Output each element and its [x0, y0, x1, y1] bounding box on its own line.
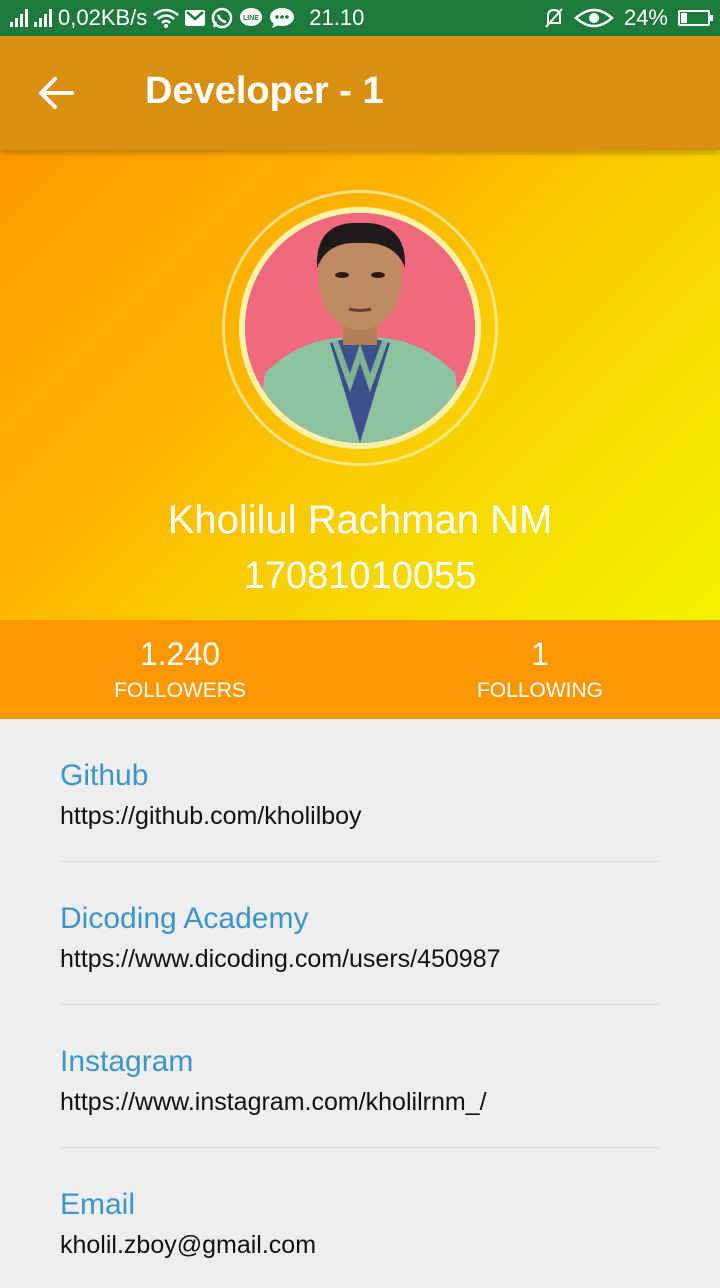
signal-icon: [10, 9, 28, 27]
list-item-dicoding[interactable]: Dicoding Academy https://www.dicoding.co…: [60, 862, 660, 1005]
profile-nim: 17081010055: [243, 555, 477, 597]
signal-icon: [34, 9, 52, 27]
followers-stat[interactable]: 1.240 FOLLOWERS: [0, 620, 360, 719]
followers-label: FOLLOWERS: [114, 679, 246, 702]
link-title: Email: [60, 1188, 136, 1221]
battery-percent: 24%: [623, 5, 668, 30]
link-url[interactable]: https://www.dicoding.com/users/450987: [60, 945, 501, 974]
app-bar: Developer - 1: [0, 36, 720, 150]
network-speed: 0,02KB/s: [58, 5, 148, 30]
whatsapp-icon: [211, 7, 233, 29]
link-title: Dicoding Academy: [60, 902, 309, 935]
stats-bar: 1.240 FOLLOWERS 1 FOLLOWING: [0, 620, 720, 719]
link-url[interactable]: https://www.instagram.com/kholilrnm_/: [60, 1088, 487, 1117]
status-bar: 0,02KB/s LINE 21.10 24%: [0, 0, 720, 36]
link-url[interactable]: https://github.com/kholilboy: [60, 802, 362, 831]
clock: 21.10: [309, 5, 365, 30]
battery-icon: [678, 10, 713, 26]
link-title: Github: [60, 759, 149, 792]
followers-count: 1.240: [139, 636, 221, 672]
links-list: Github https://github.com/kholilboy Dico…: [60, 719, 660, 1288]
back-arrow-icon[interactable]: [38, 76, 74, 110]
following-count: 1: [531, 636, 549, 672]
link-url[interactable]: kholil.zboy@gmail.com: [60, 1231, 316, 1260]
gmail-icon: [185, 10, 206, 26]
following-label: FOLLOWING: [476, 679, 603, 702]
list-item-instagram[interactable]: Instagram https://www.instagram.com/khol…: [60, 1005, 660, 1148]
chat-icon: [269, 7, 295, 29]
following-stat[interactable]: 1 FOLLOWING: [360, 620, 720, 719]
avatar: [239, 207, 481, 449]
list-item-email[interactable]: Email kholil.zboy@gmail.com: [60, 1148, 660, 1288]
wifi-icon: [153, 8, 180, 28]
line-icon: LINE: [239, 7, 263, 29]
eye-icon: [574, 8, 614, 28]
link-title: Instagram: [60, 1045, 194, 1078]
mute-bell-icon: [544, 7, 564, 29]
page-title: Developer - 1: [145, 70, 384, 112]
profile-header: Kholilul Rachman NM 17081010055: [0, 150, 720, 620]
profile-name: Kholilul Rachman NM: [167, 498, 553, 542]
list-item-github[interactable]: Github https://github.com/kholilboy: [60, 719, 660, 862]
svg-text:LINE: LINE: [243, 15, 259, 22]
